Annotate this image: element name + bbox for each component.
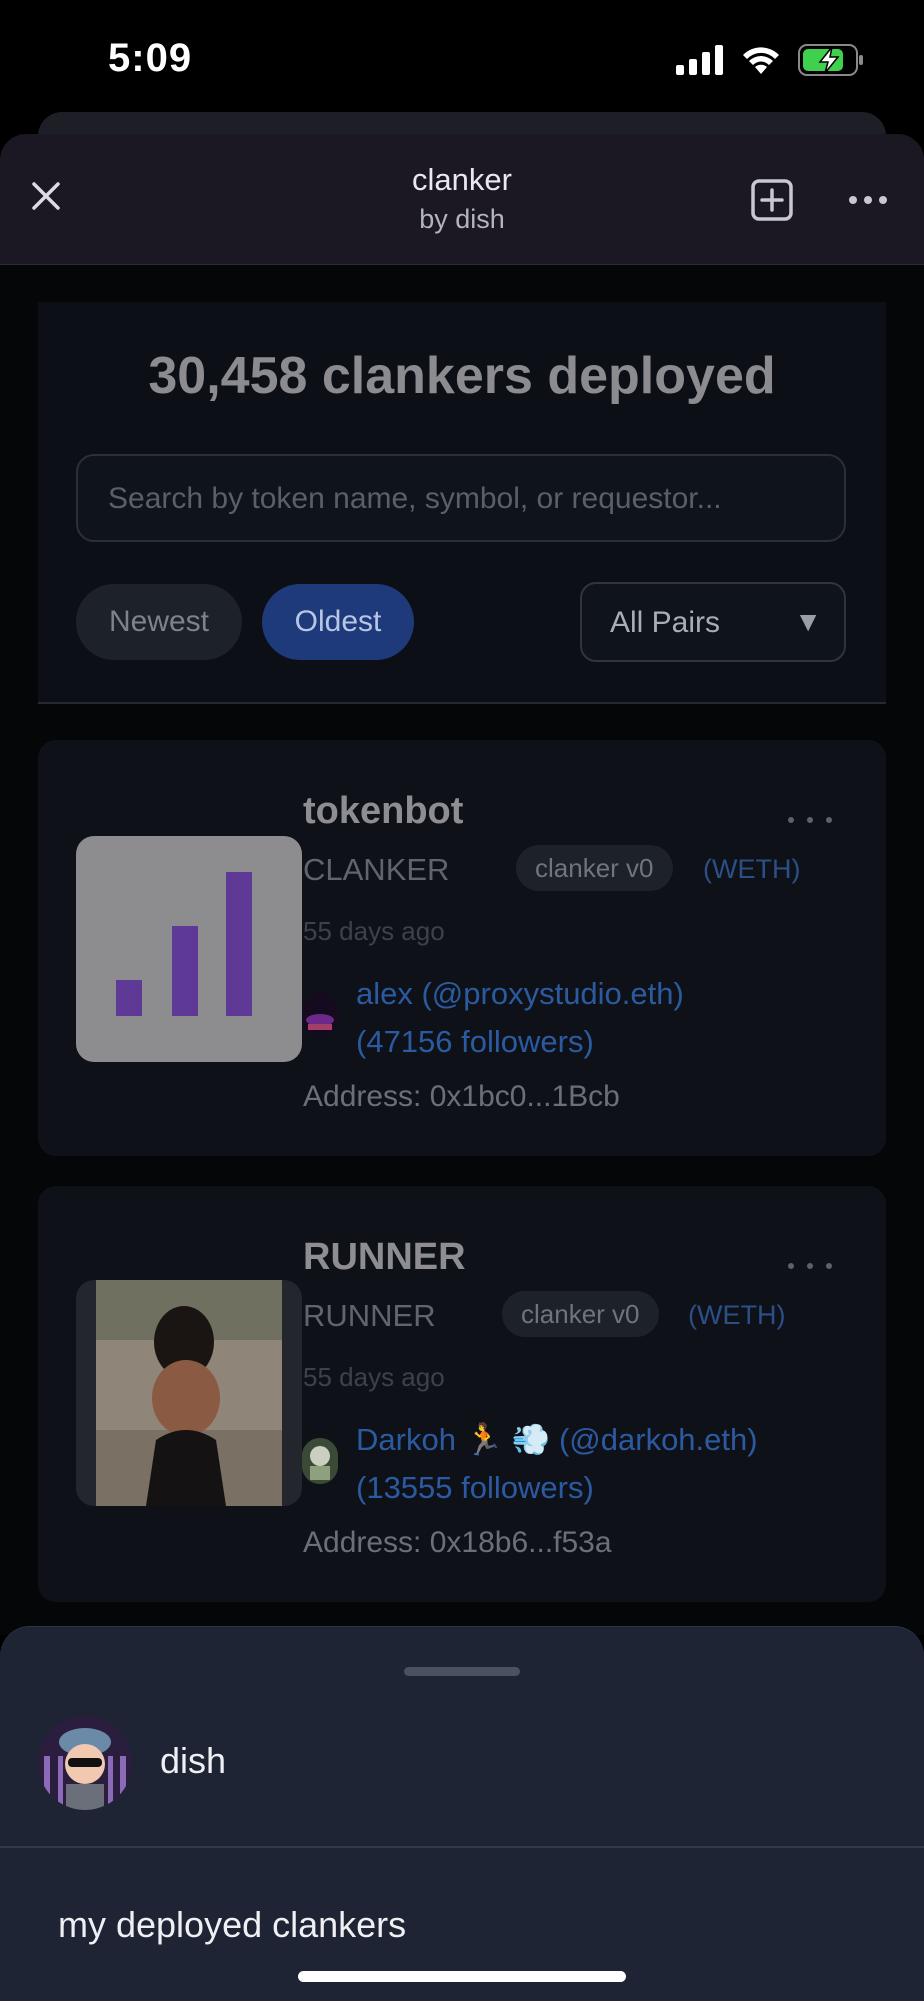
home-indicator[interactable] [298,1971,626,1982]
sort-oldest-button[interactable]: Oldest [262,584,414,660]
requestor-followers: (13555 followers) [356,1470,594,1505]
bar-chart-logo-icon [116,872,252,1016]
wifi-icon [743,47,779,74]
deploy-time: 55 days ago [303,916,445,946]
token-symbol: CLANKER [303,852,450,887]
pair-link[interactable]: (WETH) [703,854,800,885]
token-image [76,1280,302,1506]
token-symbol: RUNNER [303,1298,436,1333]
requestor-name[interactable]: alex (@proxystudio.eth) [356,970,836,1018]
card-more-icon[interactable] [786,813,834,827]
deployed-count-title: 30,458 clankers deployed [148,347,776,405]
signal-icon [676,45,723,75]
token-address[interactable]: Address: 0x1bc0...1Bcb [303,1080,620,1114]
dropdown-triangle-icon: ▼ [794,606,822,637]
search-input[interactable] [106,456,830,542]
status-time: 5:09 [108,36,193,80]
version-badge: clanker v0 [502,1291,659,1337]
pairs-filter-select[interactable]: All Pairs ▼ [580,582,846,662]
status-bar: 5:09 [0,0,924,120]
sheet-divider [0,1846,924,1848]
requestor-avatar [302,1438,338,1484]
user-avatar[interactable] [38,1716,132,1810]
requestor-followers: (47156 followers) [356,1024,594,1059]
requestor-name[interactable]: Darkoh 🏃 💨 (@darkoh.eth) [356,1416,836,1464]
status-icons [676,44,864,76]
add-square-icon[interactable] [750,178,794,222]
my-deployed-clankers-item[interactable]: my deployed clankers [58,1904,406,1946]
version-badge: clanker v0 [516,845,673,891]
battery-charging-icon [798,44,863,76]
card-more-icon[interactable] [786,1259,834,1273]
requestor-link[interactable]: Darkoh 🏃 💨 (@darkoh.eth) (13555 follower… [356,1416,836,1512]
runner-photo [96,1280,282,1506]
token-image [76,836,302,1062]
token-name: tokenbot [303,790,464,832]
pair-link[interactable]: (WETH) [688,1300,785,1331]
requestor-link[interactable]: alex (@proxystudio.eth) (47156 followers… [356,970,836,1066]
sheet-grabber[interactable] [404,1667,520,1676]
token-name: RUNNER [303,1236,466,1278]
requestor-avatar [302,992,338,1038]
token-address[interactable]: Address: 0x18b6...f53a [303,1526,612,1560]
pairs-filter-label: All Pairs [610,606,721,639]
deploy-time: 55 days ago [303,1362,445,1392]
more-horizontal-icon[interactable] [848,190,888,210]
sort-newest-button[interactable]: Newest [76,584,242,660]
search-box[interactable] [76,454,846,542]
user-name: dish [160,1740,227,1781]
